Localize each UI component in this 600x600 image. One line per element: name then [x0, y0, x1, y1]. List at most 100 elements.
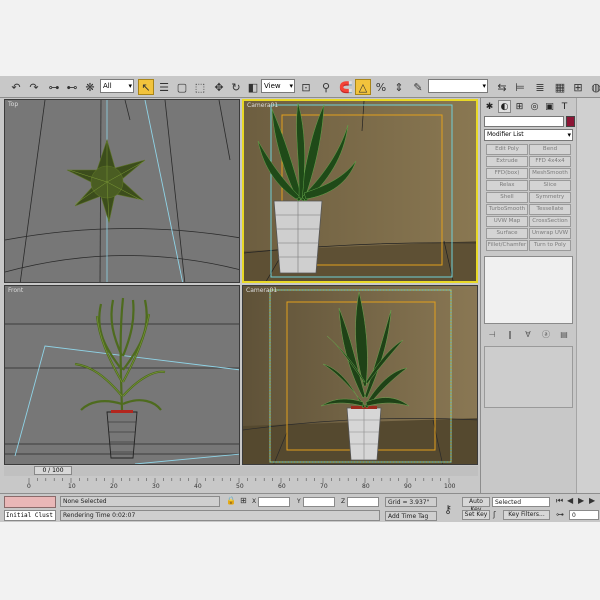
align-icon[interactable]: ⊨ [512, 79, 528, 95]
set-key-mode-icon[interactable]: ⚷ [444, 504, 452, 515]
select-and-move-icon[interactable]: ✥ [211, 79, 227, 95]
y-coordinate-field[interactable] [303, 497, 335, 507]
layer-manager-icon[interactable]: ≣ [532, 79, 548, 95]
modifier-button[interactable]: Unwrap UVW [529, 228, 571, 239]
motion-tab-icon[interactable]: ◎ [528, 100, 541, 113]
select-and-rotate-icon[interactable]: ↻ [228, 79, 244, 95]
set-key-button[interactable]: Set Key [462, 510, 490, 520]
modifier-button[interactable]: UVW Map [486, 216, 528, 227]
reference-coord-dropdown[interactable]: View [261, 79, 295, 93]
modifier-list-dropdown[interactable]: Modifier List [484, 129, 573, 141]
spinner-snap-icon[interactable]: ⇕ [391, 79, 407, 95]
maxscript-command-line[interactable]: Initial Clust [4, 510, 56, 521]
modifier-button[interactable]: Slice [529, 180, 571, 191]
bind-to-space-warp-icon[interactable]: ❋ [82, 79, 98, 95]
next-frame-icon[interactable]: ▶ [589, 497, 595, 505]
viewport-label[interactable]: Camera01 [247, 102, 278, 109]
lock-selection-icon[interactable]: 🔒 [226, 497, 236, 505]
modifier-button[interactable]: CrossSection [529, 216, 571, 227]
select-and-link-icon[interactable]: ⊶ [46, 79, 62, 95]
ruler-label: 40 [194, 483, 202, 490]
select-and-scale-icon[interactable]: ◧ [245, 79, 261, 95]
redo-icon[interactable]: ↷ [26, 79, 42, 95]
track-bar-ruler[interactable]: 0 10 20 30 40 50 60 70 80 90 100 [27, 478, 459, 492]
modifier-button[interactable]: Shell [486, 192, 528, 203]
modifier-button[interactable]: FFD(box) [486, 168, 528, 179]
top-view-scene [5, 100, 239, 282]
make-unique-icon[interactable]: ∀ [522, 328, 534, 340]
angle-snap-icon[interactable]: △ [355, 79, 371, 95]
unlink-icon[interactable]: ⊷ [64, 79, 80, 95]
ruler-label: 0 [27, 483, 31, 490]
modifier-button[interactable]: Extrude [486, 156, 528, 167]
undo-icon[interactable]: ↶ [8, 79, 24, 95]
modifier-button[interactable]: MeshSmooth [529, 168, 571, 179]
configure-modifier-sets-icon[interactable]: ▤ [558, 328, 570, 340]
material-editor-icon[interactable]: ◍ [588, 79, 600, 95]
viewport-label[interactable]: Camera01 [246, 287, 277, 294]
curve-editor-icon[interactable]: ▦ [552, 79, 568, 95]
viewport-label[interactable]: Front [8, 287, 23, 294]
show-end-result-icon[interactable]: ‖ [504, 328, 516, 340]
key-filters-button[interactable]: Key Filters... [503, 510, 550, 520]
modifier-stack-list[interactable] [484, 256, 573, 324]
viewport-camera-top[interactable]: Camera01 [242, 99, 478, 283]
select-by-name-icon[interactable]: ☰ [156, 79, 172, 95]
ruler-label: 90 [404, 483, 412, 490]
hierarchy-tab-icon[interactable]: ⊞ [513, 100, 526, 113]
key-filter-selection-dropdown[interactable]: Selected [492, 497, 550, 507]
edit-named-selections-icon[interactable]: ✎ [410, 79, 426, 95]
modifier-button[interactable]: Tessellate [529, 204, 571, 215]
absolute-mode-icon[interactable]: ⊞ [240, 497, 247, 505]
default-in-out-tangents-icon[interactable]: ʃ [493, 511, 496, 519]
remove-modifier-icon[interactable]: ⓐ [540, 328, 552, 340]
mirror-icon[interactable]: ⇆ [494, 79, 510, 95]
maxscript-listener-mini[interactable] [4, 496, 56, 508]
key-mode-toggle-icon[interactable]: ⊶ [556, 511, 564, 519]
viewport-camera-bottom[interactable]: Camera01 [242, 285, 478, 465]
viewport-front[interactable]: Front [4, 285, 240, 465]
modifier-button[interactable]: Symmetry [529, 192, 571, 203]
schematic-view-icon[interactable]: ⊞ [570, 79, 586, 95]
select-object-icon[interactable]: ↖ [138, 79, 154, 95]
display-tab-icon[interactable]: ▣ [543, 100, 556, 113]
create-tab-icon[interactable]: ✱ [483, 100, 496, 113]
ruler-label: 100 [444, 483, 456, 490]
z-coordinate-field[interactable] [347, 497, 379, 507]
modifier-button[interactable]: FFD 4x4x4 [529, 156, 571, 167]
named-selection-dropdown[interactable] [428, 79, 488, 93]
rectangular-selection-icon[interactable]: ▢ [174, 79, 190, 95]
ruler-label: 70 [320, 483, 328, 490]
pin-stack-icon[interactable]: ⊣ [486, 328, 498, 340]
use-pivot-center-icon[interactable]: ⊡ [298, 79, 314, 95]
window-crossing-icon[interactable]: ⬚ [192, 79, 208, 95]
previous-frame-icon[interactable]: ◀ [567, 497, 573, 505]
snaps-toggle-icon[interactable]: 🧲 [338, 79, 354, 95]
percent-snap-icon[interactable]: % [373, 79, 389, 95]
time-slider[interactable]: 0 / 100 [4, 466, 478, 476]
play-icon[interactable]: ▶ [578, 497, 584, 505]
utilities-tab-icon[interactable]: T [558, 100, 571, 113]
add-time-tag-button[interactable]: Add Time Tag [385, 511, 437, 521]
modifier-button[interactable]: Bend [529, 144, 571, 155]
x-coordinate-field[interactable] [258, 497, 290, 507]
viewport-label[interactable]: Top [8, 101, 18, 108]
modifier-button[interactable]: TurboSmooth [486, 204, 528, 215]
selection-filter-dropdown[interactable]: All [100, 79, 134, 93]
current-frame-field[interactable]: 0 [569, 510, 599, 520]
ruler-label: 10 [68, 483, 76, 490]
time-slider-thumb[interactable]: 0 / 100 [34, 466, 72, 475]
viewport-top[interactable]: Top [4, 99, 240, 283]
modifier-button[interactable]: Fillet/Chamfer [486, 240, 528, 251]
modifier-button[interactable]: Turn to Poly [529, 240, 571, 251]
object-color-swatch[interactable] [566, 116, 575, 127]
go-to-start-icon[interactable]: ⏮ [556, 497, 563, 505]
select-and-manipulate-icon[interactable]: ⚲ [318, 79, 334, 95]
modify-tab-icon[interactable]: ◐ [498, 100, 511, 113]
modifier-button[interactable]: Edit Poly [486, 144, 528, 155]
auto-key-button[interactable]: Auto Key [462, 497, 490, 513]
modifier-button[interactable]: Surface [486, 228, 528, 239]
object-name-field[interactable] [484, 116, 564, 127]
modifier-button[interactable]: Relax [486, 180, 528, 191]
command-panel-scroll-strip[interactable] [576, 98, 600, 508]
